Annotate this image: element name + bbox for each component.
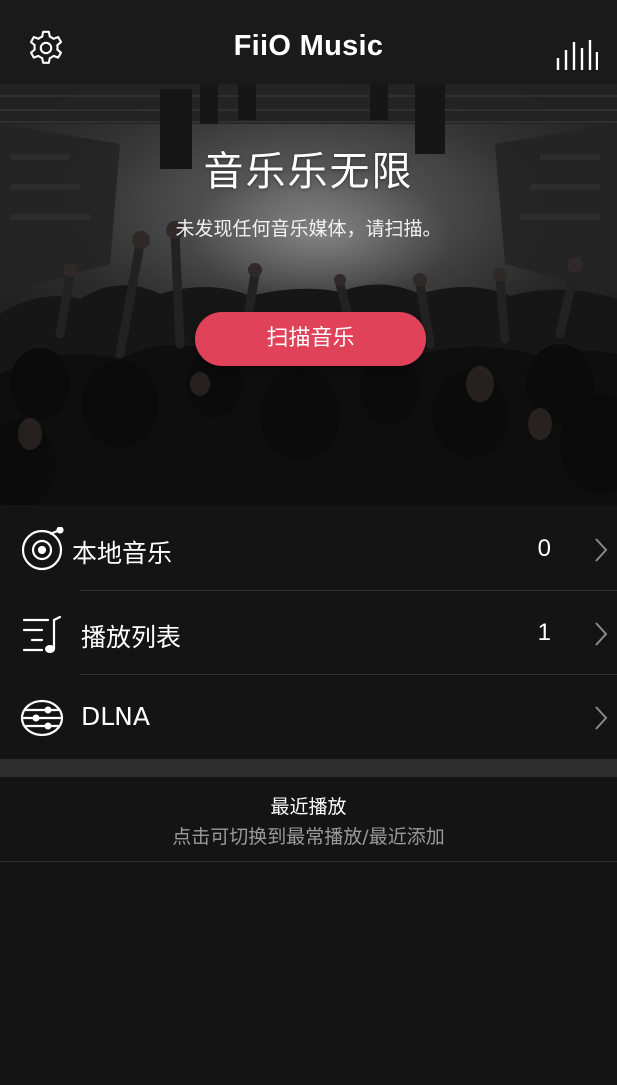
library-item-dlna[interactable]: DLNA <box>0 675 617 759</box>
top-bar: FiiO Music <box>0 0 617 84</box>
library-item-label: 本地音乐 <box>72 539 173 568</box>
section-separator <box>0 759 617 777</box>
playlist-icon <box>22 615 62 653</box>
library-list: 本地音乐 0 播放列表 1 DLNA <box>0 507 617 759</box>
vinyl-disc-icon <box>21 527 64 571</box>
dlna-network-icon <box>20 699 64 737</box>
hero-subtitle: 未发现任何音乐媒体，请扫描。 <box>175 218 442 240</box>
recent-subtitle: 点击可切换到最常播放/最近添加 <box>172 826 445 848</box>
library-item-label: DLNA <box>81 702 150 731</box>
chevron-right-icon <box>595 538 608 562</box>
equalizer-bars-icon[interactable] <box>554 36 598 70</box>
recent-play-header[interactable]: 最近播放 点击可切换到最常播放/最近添加 <box>0 777 617 862</box>
app-root: FiiO Music 音乐乐无限 未发现任何音乐媒体，请扫描。 扫描音乐 本地音… <box>0 0 617 1085</box>
chevron-right-icon <box>595 622 608 646</box>
app-title: FiiO Music <box>233 30 384 62</box>
library-item-label: 播放列表 <box>81 623 182 652</box>
chevron-right-icon <box>595 706 608 730</box>
library-item-playlists[interactable]: 播放列表 1 <box>0 591 617 675</box>
recent-title: 最近播放 <box>270 796 347 818</box>
library-item-local-music[interactable]: 本地音乐 0 <box>0 507 617 591</box>
library-item-count: 0 <box>537 535 551 562</box>
library-item-count: 1 <box>537 619 551 646</box>
hero-banner: 音乐乐无限 未发现任何音乐媒体，请扫描。 扫描音乐 <box>0 84 617 505</box>
hero-headline: 音乐乐无限 <box>203 149 414 195</box>
scan-music-button[interactable]: 扫描音乐 <box>195 312 426 366</box>
